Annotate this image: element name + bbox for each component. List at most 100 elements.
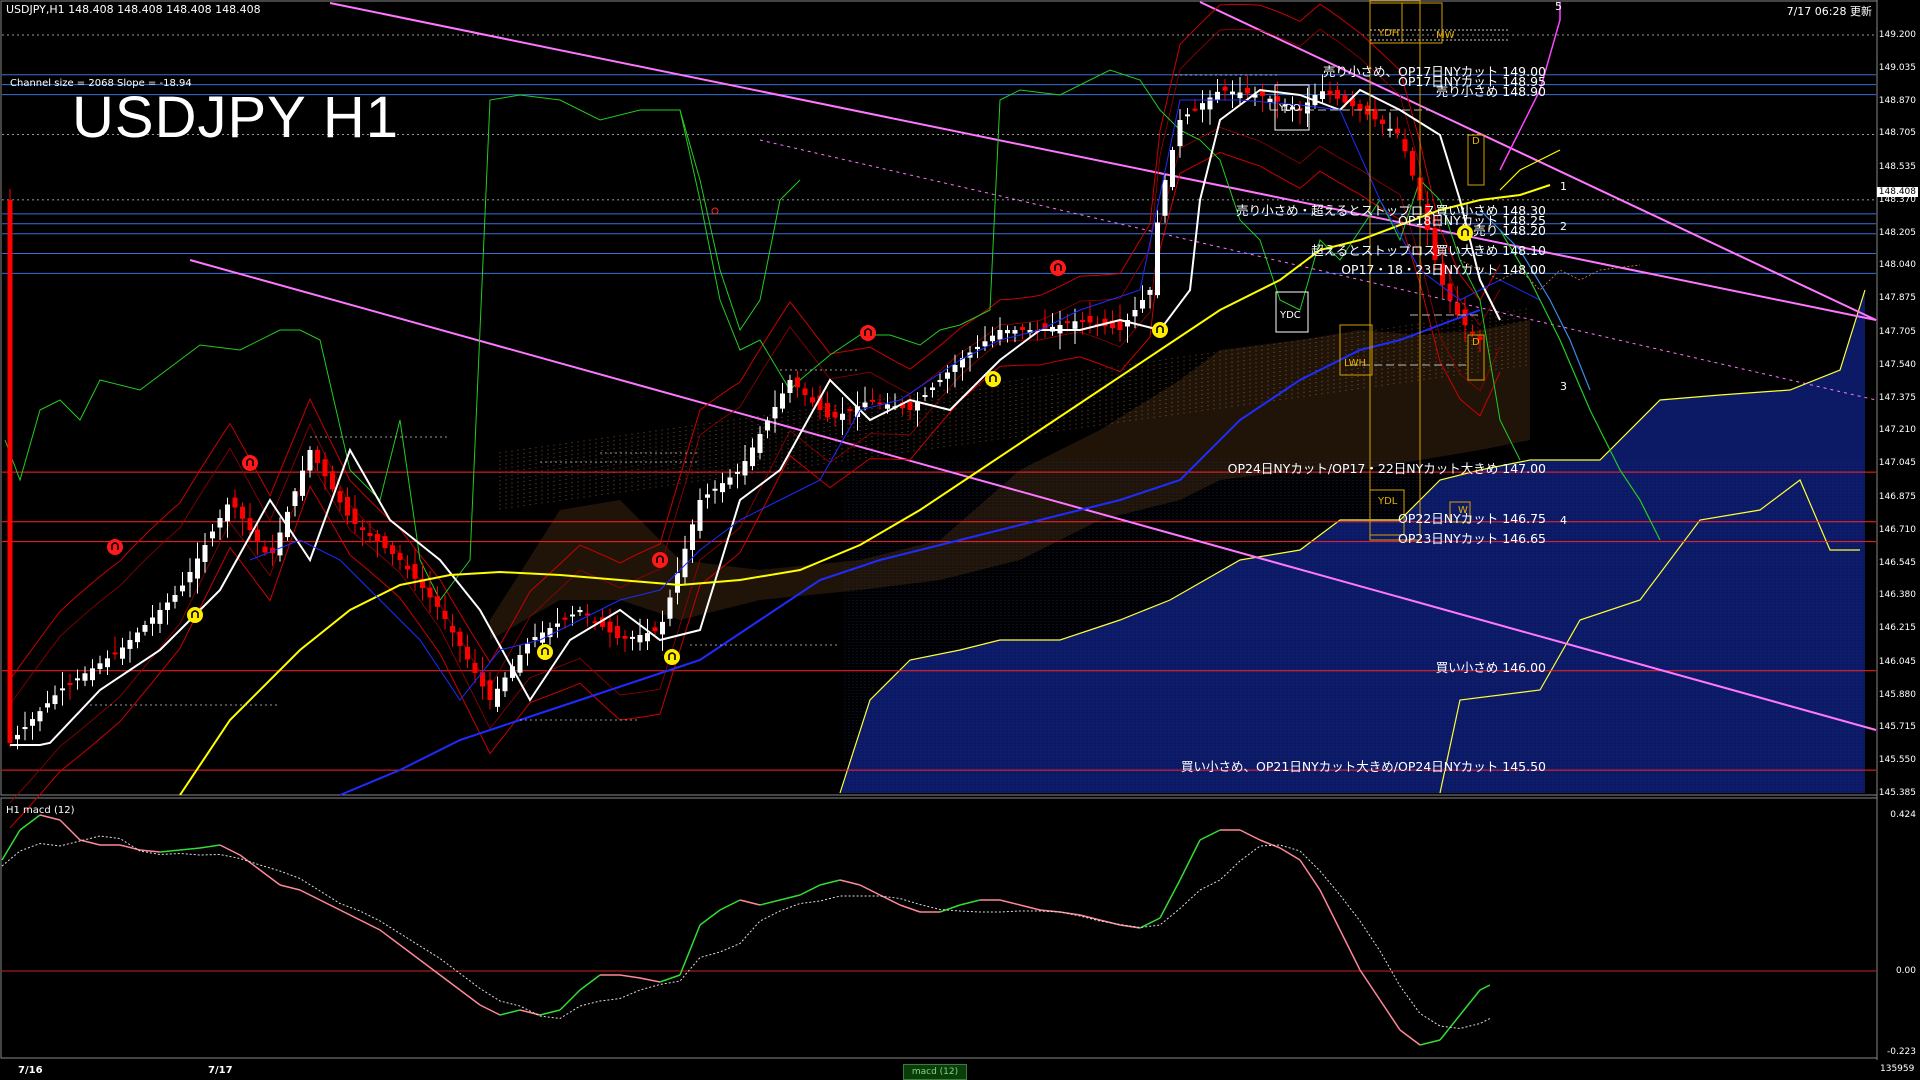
level-annotation: 売り 148.20 bbox=[1473, 222, 1546, 238]
candle-body bbox=[457, 631, 463, 646]
buy-signal-icon bbox=[1152, 322, 1168, 338]
candle-body bbox=[360, 527, 365, 530]
box-label-w: W bbox=[1458, 505, 1468, 516]
candle-body bbox=[1260, 90, 1265, 96]
candle-body bbox=[1387, 128, 1393, 131]
macd-line-segment bbox=[1399, 1029, 1421, 1046]
macd-line-segment bbox=[259, 869, 281, 886]
candle-body bbox=[922, 395, 928, 397]
volume-readout: 135959 bbox=[1880, 1064, 1915, 1074]
macd-line-segment bbox=[779, 894, 801, 901]
candle-body bbox=[330, 471, 335, 490]
candle-body bbox=[120, 647, 125, 659]
macd-line-segment bbox=[19, 814, 41, 831]
chikou-segment bbox=[679, 109, 801, 332]
macd-line-segment bbox=[119, 844, 141, 851]
macd-line-segment bbox=[1479, 984, 1491, 991]
candle-body bbox=[450, 625, 455, 633]
candle-body bbox=[352, 508, 358, 524]
update-datetime: 7/17 06:28 更新 bbox=[1786, 5, 1872, 18]
candle-body bbox=[570, 614, 575, 617]
candle-body bbox=[1342, 95, 1348, 103]
candle-body bbox=[1395, 128, 1400, 134]
box-label-ydo: YDO bbox=[1279, 103, 1301, 114]
candle-body bbox=[1380, 119, 1385, 125]
candle-body bbox=[82, 673, 88, 681]
candle-body bbox=[772, 407, 778, 419]
candle-body bbox=[1410, 151, 1415, 176]
price-axis[interactable]: 149.200 149.035 148.870 148.705 148.535 148.3… bbox=[1876, 0, 1920, 1080]
candle-body bbox=[382, 536, 388, 548]
candle-body bbox=[1230, 91, 1235, 95]
candle-body bbox=[1267, 98, 1273, 103]
macd-line-segment bbox=[439, 974, 461, 991]
candle-body bbox=[780, 393, 785, 409]
candle-body bbox=[465, 646, 470, 660]
candle-body bbox=[1402, 139, 1408, 152]
candle-body bbox=[1185, 114, 1190, 117]
price-tick: 145.385 bbox=[1878, 788, 1916, 798]
candle-body bbox=[1357, 104, 1363, 110]
box-label-ydl: YDL bbox=[1378, 496, 1398, 507]
candle-body bbox=[1215, 91, 1220, 100]
macd-tick: 0.00 bbox=[1895, 966, 1916, 976]
candle-body bbox=[1162, 180, 1168, 216]
candle-body bbox=[1455, 302, 1460, 315]
candle-body bbox=[367, 533, 373, 536]
macd-line-segment bbox=[159, 849, 181, 853]
sell-signal-icon bbox=[652, 552, 668, 568]
macd-line-segment bbox=[999, 899, 1021, 906]
macd-line-segment bbox=[479, 1004, 501, 1016]
candle-body bbox=[690, 524, 695, 550]
macd-line-segment bbox=[179, 847, 201, 851]
candle-body bbox=[1132, 310, 1138, 317]
macd-line-segment bbox=[459, 989, 481, 1006]
level-annotation: OP17・18・23日NYカット 148.00 bbox=[1341, 262, 1546, 278]
price-tick: 146.045 bbox=[1878, 656, 1916, 667]
candle-body bbox=[435, 596, 440, 607]
candle-body bbox=[390, 545, 395, 554]
price-chart-canvas[interactable] bbox=[0, 0, 1920, 1080]
macd-line-segment bbox=[1339, 929, 1361, 971]
chart-window[interactable]: USDJPY,H1 148.408 148.408 148.408 148.40… bbox=[0, 0, 1920, 1080]
candle-body bbox=[112, 652, 118, 655]
candle-body bbox=[300, 470, 305, 496]
chart-title: USDJPY H1 bbox=[72, 85, 400, 150]
candle-body bbox=[217, 518, 223, 528]
level-annotation: OP23日NYカット 146.65 bbox=[1398, 530, 1546, 546]
candle-body bbox=[127, 640, 133, 649]
candle-body bbox=[1147, 290, 1153, 295]
sell-signal-icon bbox=[1050, 260, 1066, 276]
line-number: 5 bbox=[1555, 0, 1562, 13]
line-number: 1 bbox=[1560, 180, 1567, 193]
candle-body bbox=[787, 380, 793, 393]
macd-line-segment bbox=[1, 829, 21, 861]
price-tick: 146.215 bbox=[1878, 623, 1916, 634]
macd-line-segment bbox=[819, 879, 841, 886]
candle-body bbox=[1470, 331, 1475, 334]
macd-tab[interactable]: macd (12) bbox=[903, 1064, 967, 1080]
candle-body bbox=[517, 655, 523, 673]
candle-body bbox=[660, 621, 665, 635]
candle-body bbox=[907, 401, 913, 410]
level-annotation: 買い小さめ 146.00 bbox=[1435, 659, 1546, 675]
macd-line-segment bbox=[1259, 839, 1281, 849]
candle-body bbox=[1320, 91, 1325, 100]
target-icon bbox=[711, 207, 719, 215]
price-tick: 147.045 bbox=[1878, 458, 1916, 469]
price-tick: 147.875 bbox=[1878, 293, 1916, 304]
candle-body bbox=[15, 734, 20, 740]
price-tick: 146.545 bbox=[1878, 557, 1916, 568]
price-tick: 147.540 bbox=[1878, 359, 1916, 370]
candle-body bbox=[615, 625, 620, 639]
candle-body bbox=[22, 727, 28, 730]
candle-body bbox=[135, 632, 140, 643]
candle-body bbox=[1177, 120, 1183, 147]
indicator-panel-frame bbox=[0, 797, 1878, 1059]
candle-body bbox=[1275, 96, 1280, 102]
candle-body bbox=[7, 199, 13, 743]
candle-body bbox=[1192, 108, 1198, 111]
price-tick: 149.200 bbox=[1878, 30, 1916, 40]
price-tick: 149.035 bbox=[1878, 62, 1916, 73]
candle-body bbox=[952, 365, 958, 372]
